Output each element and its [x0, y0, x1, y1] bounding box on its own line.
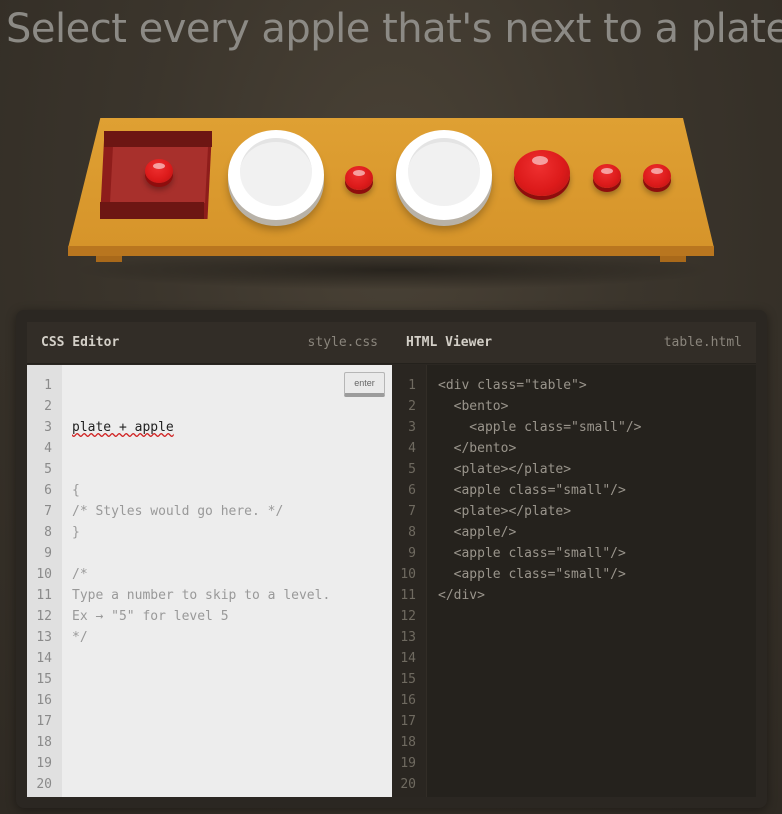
html-line-number: 2 — [408, 399, 416, 414]
css-code-line: { — [72, 483, 80, 498]
plate-2[interactable] — [396, 130, 492, 220]
css-line-number: 17 — [36, 714, 52, 729]
html-code-line: <plate></plate> — [438, 462, 572, 477]
game-table-scene — [0, 0, 782, 300]
css-code-line — [72, 543, 330, 564]
css-code-line: Type a number to skip to a level. — [72, 588, 331, 603]
html-code-line: <bento> — [438, 399, 509, 414]
html-viewer-pane: 1 2 3 4 5 6 7 8 9 10 11 12 13 14 15 16 17 18 19 20 <div cla… — [392, 365, 756, 797]
css-code-line: */ — [72, 630, 88, 645]
html-line-number: 1 — [408, 378, 416, 393]
html-line-number: 17 — [400, 714, 416, 729]
small-apple-2[interactable] — [593, 164, 621, 188]
css-line-number: 2 — [44, 399, 52, 414]
css-line-number: 13 — [36, 630, 52, 645]
css-line-number: 9 — [44, 546, 52, 561]
html-line-number: 5 — [408, 462, 416, 477]
css-line-number: 20 — [36, 777, 52, 792]
html-line-number: 8 — [408, 525, 416, 540]
css-line-number: 16 — [36, 693, 52, 708]
html-line-number: 13 — [400, 630, 416, 645]
css-line-number: 10 — [36, 567, 52, 582]
css-line-number: 6 — [44, 483, 52, 498]
editor-panel: CSS Editor style.css HTML Viewer table.h… — [16, 310, 767, 808]
css-line-number: 19 — [36, 756, 52, 771]
html-line-numbers: 1 2 3 4 5 6 7 8 9 10 11 12 13 14 15 16 17 18 19 20 — [392, 365, 427, 797]
css-code-line: /* Styles would go here. */ — [72, 504, 284, 519]
css-line-number: 5 — [44, 462, 52, 477]
html-viewer-title: HTML Viewer — [406, 335, 493, 350]
html-line-number: 18 — [400, 735, 416, 750]
small-apple-3[interactable] — [643, 164, 671, 188]
css-line-number: 4 — [44, 441, 52, 456]
css-code-line: } — [72, 525, 80, 540]
html-line-number: 16 — [400, 693, 416, 708]
html-line-number: 14 — [400, 651, 416, 666]
css-editor-title: CSS Editor — [41, 335, 120, 350]
html-code-line: <apple class="small"/> — [438, 567, 626, 582]
html-code-line: <div class="table"> — [438, 378, 587, 393]
html-code-line: <apple class="small"/> — [438, 483, 626, 498]
css-line-number: 7 — [44, 504, 52, 519]
plate-1[interactable] — [228, 130, 324, 220]
html-line-number: 4 — [408, 441, 416, 456]
css-line-number: 12 — [36, 609, 52, 624]
html-code-line: <plate></plate> — [438, 504, 572, 519]
big-apple[interactable] — [514, 150, 570, 196]
css-line-number: 8 — [44, 525, 52, 540]
html-line-number: 6 — [408, 483, 416, 498]
html-line-number: 15 — [400, 672, 416, 687]
html-line-number: 10 — [400, 567, 416, 582]
html-code-line: </bento> — [438, 441, 517, 456]
table-edge — [68, 246, 714, 256]
css-line-number: 15 — [36, 672, 52, 687]
bento-top-rim — [104, 131, 212, 147]
css-line-number: 11 — [36, 588, 52, 603]
css-editor-pane[interactable]: 1 2 3 4 5 6 7 8 9 10 11 12 13 14 15 16 17 18 19 20 plate + … — [27, 365, 392, 797]
html-code-line: <apple class="small"/> — [438, 546, 626, 561]
css-code-line: /* — [72, 567, 88, 582]
css-line-number: 1 — [44, 378, 52, 393]
css-line-number: 18 — [36, 735, 52, 750]
css-selector-input[interactable]: plate + apple — [72, 420, 174, 435]
html-line-number: 11 — [400, 588, 416, 603]
html-line-number: 12 — [400, 609, 416, 624]
css-code-line: Ex → "5" for level 5 — [72, 609, 229, 624]
html-line-number: 20 — [400, 777, 416, 792]
html-code-line: </div> — [438, 588, 485, 603]
html-code-line: <apple class="small"/> — [438, 420, 642, 435]
css-file-name: style.css — [307, 335, 378, 350]
apple-in-bento[interactable] — [145, 159, 173, 183]
css-line-number: 14 — [36, 651, 52, 666]
html-line-number: 3 — [408, 420, 416, 435]
small-apple-1[interactable] — [345, 166, 373, 190]
css-code: plate + apple { /* Styles would go here. … — [72, 375, 330, 645]
html-code: <div class="table"> <bento> <apple class… — [438, 375, 642, 606]
html-line-number: 19 — [400, 756, 416, 771]
html-line-number: 7 — [408, 504, 416, 519]
css-editor-header: CSS Editor style.css — [27, 322, 392, 364]
table-shadow — [70, 250, 720, 290]
enter-button[interactable]: enter — [344, 372, 385, 397]
html-file-name: table.html — [663, 335, 742, 350]
css-line-number: 3 — [44, 420, 52, 435]
html-viewer-header: HTML Viewer table.html — [392, 322, 756, 364]
bento-bottom-rim — [100, 202, 204, 219]
css-line-numbers: 1 2 3 4 5 6 7 8 9 10 11 12 13 14 15 16 17 18 19 20 — [27, 365, 62, 797]
html-line-number: 9 — [408, 546, 416, 561]
html-code-line: <apple/> — [438, 525, 517, 540]
